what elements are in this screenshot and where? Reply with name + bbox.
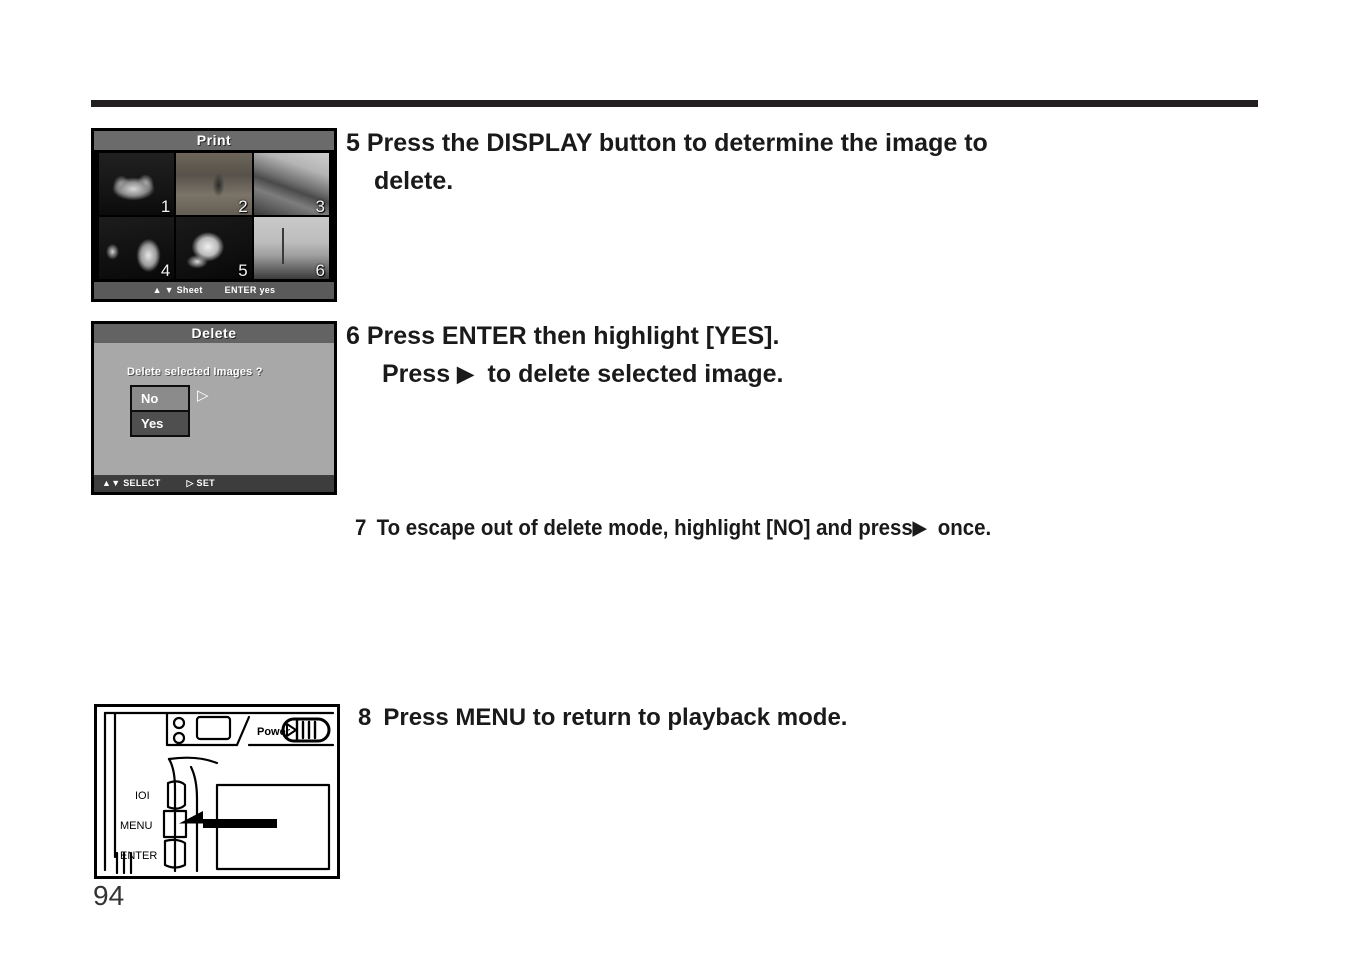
camera-back-contour-1 [167,757,177,873]
thumbnail-grid: 1 2 3 4 5 6 [99,153,329,279]
camera-diagram-figure: Power IOI MENU ENTER [94,704,340,879]
step-5-number: 5 [346,129,360,157]
step-6-text-line-1: Press ENTER then highlight [YES]. [366,322,780,350]
camera-power-label: Power [257,726,291,738]
camera-power-switch-ridges [301,720,317,740]
camera-top-panel-diagonal [235,715,251,747]
step-5: 5 Press the DISPLAY button to determine … [346,124,988,200]
camera-enter-label: ENTER [120,850,157,862]
step-5-line-1: 5 Press the DISPLAY button to determine … [346,124,988,162]
print-screen-title: Print [94,131,334,150]
thumbnail-item[interactable]: 1 [99,153,175,215]
header-rule [91,100,1258,107]
step-5-text-line-2: delete. [374,167,454,195]
step-7: 7 To escape out of delete mode, highlight… [355,512,991,544]
thumbnail-number: 1 [160,197,171,215]
step-6-line-1: 6 Press ENTER then highlight [YES]. [346,317,783,355]
thumbnail-item[interactable]: 3 [253,153,329,215]
thumbnail-number: 6 [315,261,325,279]
thumbnail-item[interactable]: 6 [253,217,329,279]
step-6: 6 Press ENTER then highlight [YES]. Pres… [346,317,783,393]
delete-screen-inner: Delete Delete selected Images ? No Yes ▷… [94,324,334,492]
print-screen-inner: Print 1 2 3 4 5 6 ▲ ▼ Sheet ENTER yes [94,131,334,299]
delete-screen-title: Delete [94,324,334,343]
step-6-text-post: to delete selected image. [487,360,784,388]
camera-display-button [166,780,187,810]
print-screen-footer: ▲ ▼ Sheet ENTER yes [94,282,334,299]
step-8-text: Press MENU to return to playback mode. [383,704,848,731]
right-arrow-icon: ▶ [457,362,474,386]
delete-choice-yes[interactable]: Yes [130,411,190,437]
left-arrow-callout-icon [179,811,277,836]
camera-back-contour-top [167,756,219,765]
thumbnail-number: 4 [160,261,171,279]
sheet-hint-label: ▲ ▼ Sheet [152,285,203,295]
step-8: 8 Press MENU to return to playback mode. [358,701,847,735]
step-6-number: 6 [346,322,360,350]
enter-yes-hint-label: ENTER yes [224,285,276,295]
thumbnail-number: 2 [238,197,248,215]
thumbnail-number: 5 [238,261,248,279]
step-7-text-post: once. [937,515,992,540]
delete-screen-footer: ▲▼ SELECT ▷ SET [94,475,334,492]
thumbnail-number: 3 [315,197,325,215]
thumbnail-item[interactable]: 5 [176,217,252,279]
select-hint-label: ▲▼ SELECT [102,478,161,488]
right-arrow-cursor-icon: ▷ [197,387,209,404]
step-5-text-line-1: Press the DISPLAY button to determine th… [366,129,988,157]
thumbnail-item[interactable]: 4 [99,217,175,279]
step-7-text-pre: To escape out of delete mode, highlight … [376,515,913,540]
camera-top-button-2 [172,731,186,745]
step-6-text-pre: Press [382,360,451,388]
delete-screen-figure: Delete Delete selected Images ? No Yes ▷… [91,321,337,495]
step-6-line-2: Press ▶ to delete selected image. [346,355,783,393]
page-number: 94 [93,880,125,911]
delete-choice-no[interactable]: No [130,385,190,411]
camera-top-window [195,715,232,741]
camera-menu-label: MENU [120,820,152,832]
camera-diagram-svg: Power IOI MENU ENTER [103,711,335,875]
delete-confirm-question: Delete selected Images ? [127,366,263,378]
camera-display-label: IOI [135,790,150,802]
step-8-number: 8 [358,704,372,731]
step-7-number: 7 [355,515,367,540]
set-hint-label: ▷ SET [186,478,215,488]
camera-top-button-1 [172,716,186,730]
print-screen-figure: Print 1 2 3 4 5 6 ▲ ▼ Sheet ENTER yes [91,128,337,302]
thumbnail-item[interactable]: 2 [176,153,252,215]
right-arrow-icon: ▶ [912,518,927,539]
